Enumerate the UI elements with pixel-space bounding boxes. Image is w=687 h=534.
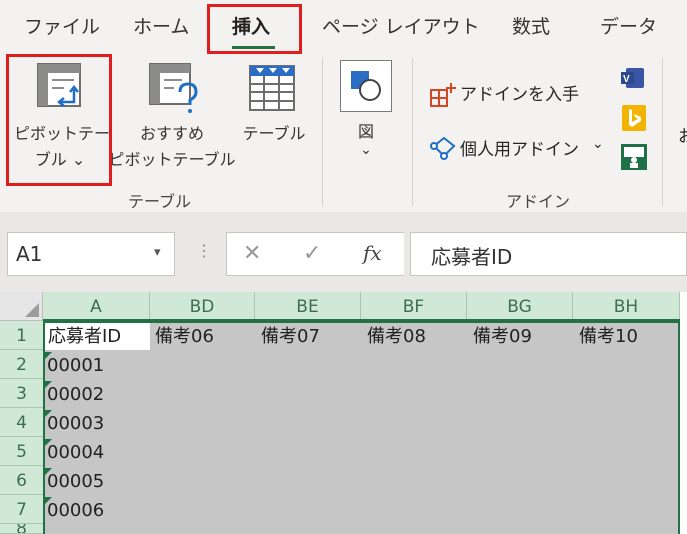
illustrations-label: 図	[357, 122, 374, 141]
tab-page-layout[interactable]: ページ レイアウト	[322, 0, 480, 50]
bing-icon[interactable]	[622, 105, 646, 131]
cell-bd1[interactable]: 備考06	[155, 322, 214, 351]
cancel-icon[interactable]: ✕	[243, 241, 261, 266]
cell-a7[interactable]: 00006	[47, 496, 104, 525]
enter-icon[interactable]: ✓	[303, 241, 321, 266]
group-separator	[322, 58, 323, 206]
my-addins-button[interactable]: 個人用アドイン	[460, 135, 579, 160]
column-header-bf[interactable]: BF	[361, 292, 467, 321]
cell-a4[interactable]: 00003	[47, 409, 104, 438]
cell-bf1[interactable]: 備考08	[367, 322, 426, 351]
cell-a3[interactable]: 00002	[47, 380, 104, 409]
cell-be1[interactable]: 備考07	[261, 322, 320, 351]
column-header-bg[interactable]: BG	[467, 292, 573, 321]
group-label-addins: アドイン	[506, 192, 571, 211]
tab-formulas[interactable]: 数式	[512, 0, 550, 50]
row-header[interactable]: 2	[0, 350, 43, 379]
tab-home[interactable]: ホーム	[133, 0, 189, 50]
get-addins-button[interactable]: アドインを入手	[460, 80, 579, 105]
highlight-pivot-table	[6, 54, 112, 186]
cell-a5[interactable]: 00004	[47, 438, 104, 467]
column-header-a[interactable]: A	[43, 292, 150, 321]
formula-buttons: ✕ ✓ fx	[226, 232, 404, 276]
recommended-pivot-label-1: おすすめ	[139, 124, 204, 143]
cell-a6[interactable]: 00005	[47, 467, 104, 496]
illustrations-dropdown-icon[interactable]: ⌄	[336, 142, 396, 158]
table-label: テーブル	[242, 124, 306, 143]
select-all-corner[interactable]	[0, 292, 43, 321]
svg-text:V: V	[623, 74, 630, 85]
row-header[interactable]: 6	[0, 466, 43, 495]
selection-border	[43, 321, 680, 534]
group-label-tables: テーブル	[128, 192, 192, 211]
row-header[interactable]: 7	[0, 495, 43, 524]
drag-handle-icon[interactable]: ⋮	[196, 241, 212, 260]
name-box-value: A1	[16, 242, 43, 266]
cell-bh1[interactable]: 備考10	[579, 322, 638, 351]
recommended-pivot-label-2: ピボットテーブル	[108, 150, 236, 169]
formula-value: 応募者ID	[431, 245, 513, 269]
group-separator	[662, 58, 663, 206]
worksheet-grid: A BD BE BF BG BH 1 2 3 4 5 6 7 8 応募者ID 備…	[0, 292, 687, 534]
cut-off-ribbon-item: お	[678, 127, 687, 147]
tab-file[interactable]: ファイル	[24, 0, 100, 50]
column-header-bh[interactable]: BH	[573, 292, 680, 321]
column-header-bd[interactable]: BD	[150, 292, 255, 321]
recommended-pivot-icon	[149, 63, 198, 113]
formula-bar-area: A1 ▾ ⋮ ✕ ✓ fx 応募者ID	[0, 212, 687, 292]
my-addins-dropdown-icon[interactable]: ⌄	[592, 136, 604, 152]
row-header[interactable]: 5	[0, 437, 43, 466]
row-header[interactable]: 1	[0, 321, 43, 350]
tab-data[interactable]: データ	[600, 0, 657, 50]
name-box[interactable]: A1 ▾	[7, 232, 175, 276]
insert-function-icon[interactable]: fx	[363, 241, 382, 265]
formula-input[interactable]: 応募者ID	[410, 232, 687, 276]
shapes-icon	[351, 71, 381, 101]
cell-a1[interactable]: 応募者ID	[48, 322, 121, 351]
visio-icon[interactable]: V	[620, 66, 646, 90]
get-addins-icon	[430, 83, 456, 107]
group-separator	[412, 58, 413, 206]
name-box-dropdown-icon[interactable]: ▾	[154, 245, 161, 260]
cell-a2[interactable]: 00001	[47, 351, 104, 380]
cell-bg1[interactable]: 備考09	[473, 322, 532, 351]
row-header[interactable]: 8	[0, 524, 43, 534]
my-addins-icon	[430, 136, 456, 160]
table-icon	[249, 65, 295, 111]
row-header[interactable]: 3	[0, 379, 43, 408]
select-all-triangle-icon	[25, 303, 39, 317]
row-header[interactable]: 4	[0, 408, 43, 437]
table-button[interactable]	[236, 56, 312, 180]
ribbon-tab-bar: ファイル ホーム 挿入 ページ レイアウト 数式 データ	[0, 0, 687, 50]
illustrations-icon-frame	[340, 60, 392, 112]
column-header-be[interactable]: BE	[255, 292, 361, 321]
people-graph-icon[interactable]	[621, 144, 647, 170]
highlight-insert-tab	[207, 4, 302, 54]
